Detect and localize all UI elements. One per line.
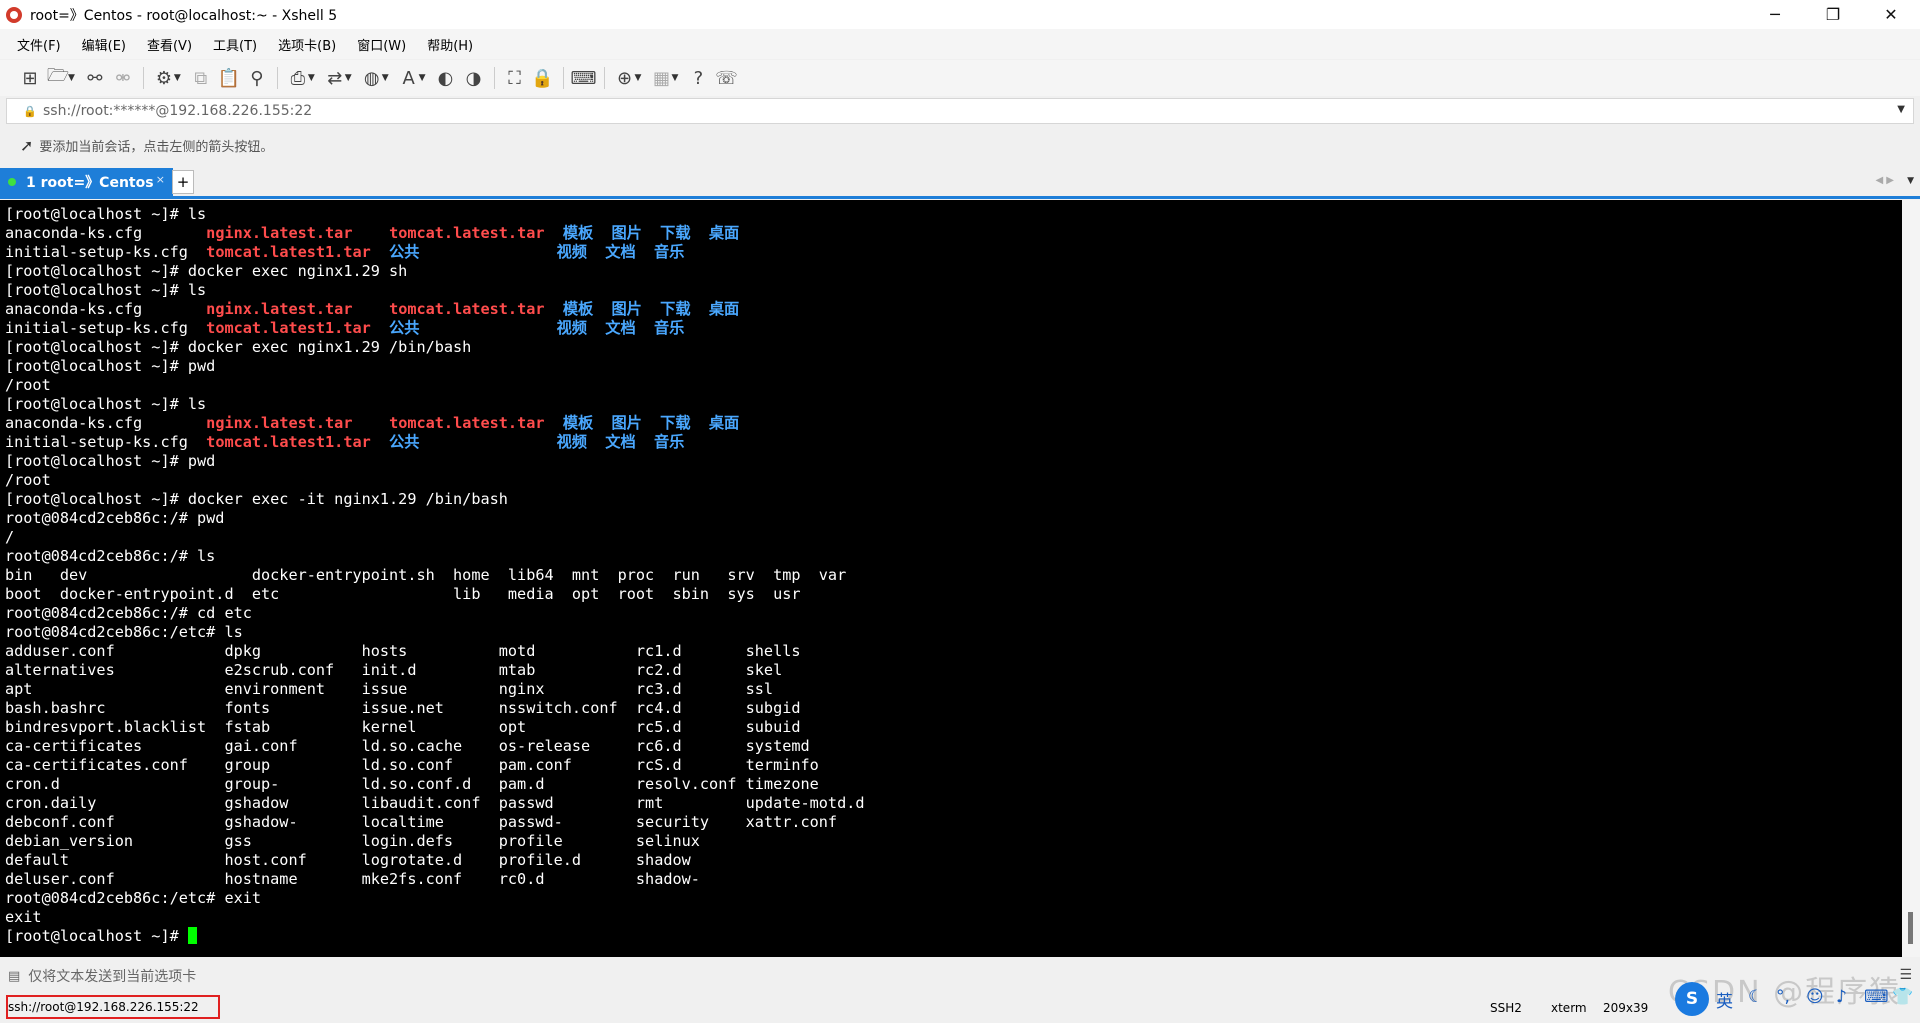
ime-smile-icon[interactable]: ☺ [1806,987,1824,1007]
toolbar-divider [493,67,495,89]
toolbar-divider [142,67,144,89]
menu-edit[interactable]: 编辑(E) [79,33,129,56]
status-bar: ssh://root@192.168.226.155:22 SSH2 xterm… [0,993,1920,1023]
send-mode-icon[interactable]: ▤ [8,969,20,984]
script-icon[interactable]: ◑ [460,64,488,92]
lock-icon: 🔒 [23,104,37,118]
transfer-dropdown-icon[interactable]: ▼ [345,73,352,83]
status-terminal-type: xterm [1551,1001,1587,1015]
tab-label: 1 root=》Centos [26,175,154,191]
menu-view[interactable]: 查看(V) [144,33,195,56]
ime-mic-icon[interactable]: ♪ [1836,987,1847,1007]
close-button[interactable]: ✕ [1862,0,1920,29]
menu-bar: 文件(F) 编辑(E) 查看(V) 工具(T) 选项卡(B) 窗口(W) 帮助(… [0,29,1920,59]
ime-shirt-icon[interactable]: 👕 [1892,987,1913,1007]
new-tab-button[interactable]: + [172,170,194,194]
menu-file[interactable]: 文件(F) [14,33,64,56]
chat-icon[interactable]: ☏ [712,64,740,92]
compose-placeholder: 仅将文本发送到当前选项卡 [28,969,197,985]
properties-dropdown-icon[interactable]: ▼ [174,73,181,83]
xftp-icon[interactable]: ◐ [432,64,460,92]
tab-bar: 1 root=》Centos × + ◀ ▶ ▼ [0,168,1920,199]
chevron-down-icon[interactable]: ▼ [1897,104,1905,115]
title-bar: root=》Centos - root@localhost:~ - Xshell… [0,0,1920,29]
status-terminal-size: 209x39 [1603,1001,1649,1015]
window-title: root=》Centos - root@localhost:~ - Xshell… [30,7,338,24]
print-dropdown-icon[interactable]: ▼ [308,73,315,83]
tab-scroll-arrows-icon[interactable]: ◀ ▶ [1875,175,1894,186]
ime-language-toggle[interactable]: 英 [1716,987,1733,1012]
tab-close-icon[interactable]: × [156,173,165,186]
ime-keyboard-icon[interactable]: ⌨ [1864,987,1889,1007]
find-icon[interactable]: ⚲ [243,64,271,92]
ime-toolbar[interactable]: S 英 ☾ °, ☺ ♪ ⌨ 👕 [1668,979,1918,1023]
address-input[interactable] [41,102,1845,120]
restore-button[interactable]: ❐ [1804,0,1862,29]
session-hint-text: 要添加当前会话，点击左侧的箭头按钮。 [39,139,274,155]
ime-punct-icon[interactable]: °, [1776,987,1790,1007]
tab-session-1[interactable]: 1 root=》Centos × [0,168,173,196]
add-tab-dropdown-icon[interactable]: ▼ [635,73,642,83]
help-icon[interactable]: ? [684,64,712,92]
terminal-cursor [187,927,197,944]
sogou-ime-icon[interactable]: S [1675,982,1709,1016]
globe-dropdown-icon[interactable]: ▼ [382,73,389,83]
keyboard-icon[interactable]: ⌨ [570,64,598,92]
add-session-arrow-icon[interactable]: ➚ [20,136,33,155]
toolbar-divider [562,67,564,89]
menu-window[interactable]: 窗口(W) [354,33,409,56]
connected-status-icon [8,178,16,186]
lock-icon[interactable]: 🔒 [529,64,557,92]
fullscreen-icon[interactable]: ⛶ [501,64,529,92]
scrollbar-thumb[interactable] [1908,912,1913,944]
session-hint-bar: ➚ 要添加当前会话，点击左侧的箭头按钮。 [0,129,1920,161]
ime-moon-icon[interactable]: ☾ [1748,987,1763,1007]
menu-help[interactable]: 帮助(H) [424,33,476,56]
status-protocol: SSH2 [1490,1001,1522,1015]
open-dropdown-icon[interactable]: ▼ [68,73,75,83]
xshell-logo-icon [6,6,22,23]
menu-tab[interactable]: 选项卡(B) [275,33,339,56]
font-dropdown-icon[interactable]: ▼ [419,73,426,83]
toolbar-divider [603,67,605,89]
toolbar-divider [276,67,278,89]
menu-tools[interactable]: 工具(T) [210,33,260,56]
compose-bar[interactable]: ▤ 仅将文本发送到当前选项卡 ☰ [0,962,1920,990]
minimize-button[interactable]: ─ [1746,0,1804,29]
toolbar: ⊞ 🗁 ▼ ⚯ ⚮ ⚙ ▼ ⧉ 📋 ⚲ ⎙ ▼ ⇄ ▼ ◍ ▼ A ▼ ◐ ◑ … [0,60,1920,96]
layout-dropdown-icon[interactable]: ▼ [671,73,678,83]
copy-icon[interactable]: ⧉ [187,64,215,92]
paste-icon[interactable]: 📋 [215,64,243,92]
address-bar: 🔒 ▼ [6,98,1914,124]
disconnect-icon[interactable]: ⚮ [109,64,137,92]
final-prompt: [root@localhost ~]# [5,927,188,945]
terminal-screen[interactable]: [root@localhost ~]# ls anaconda-ks.cfg n… [0,200,1902,957]
connect-icon[interactable]: ⚯ [81,64,109,92]
terminal-scrollbar[interactable] [1902,200,1920,957]
terminal-output: [root@localhost ~]# ls anaconda-ks.cfg n… [5,205,865,945]
tab-list-dropdown-icon[interactable]: ▼ [1907,176,1914,186]
new-session-icon[interactable]: ⊞ [16,64,44,92]
status-session-url: ssh://root@192.168.226.155:22 [6,995,220,1019]
